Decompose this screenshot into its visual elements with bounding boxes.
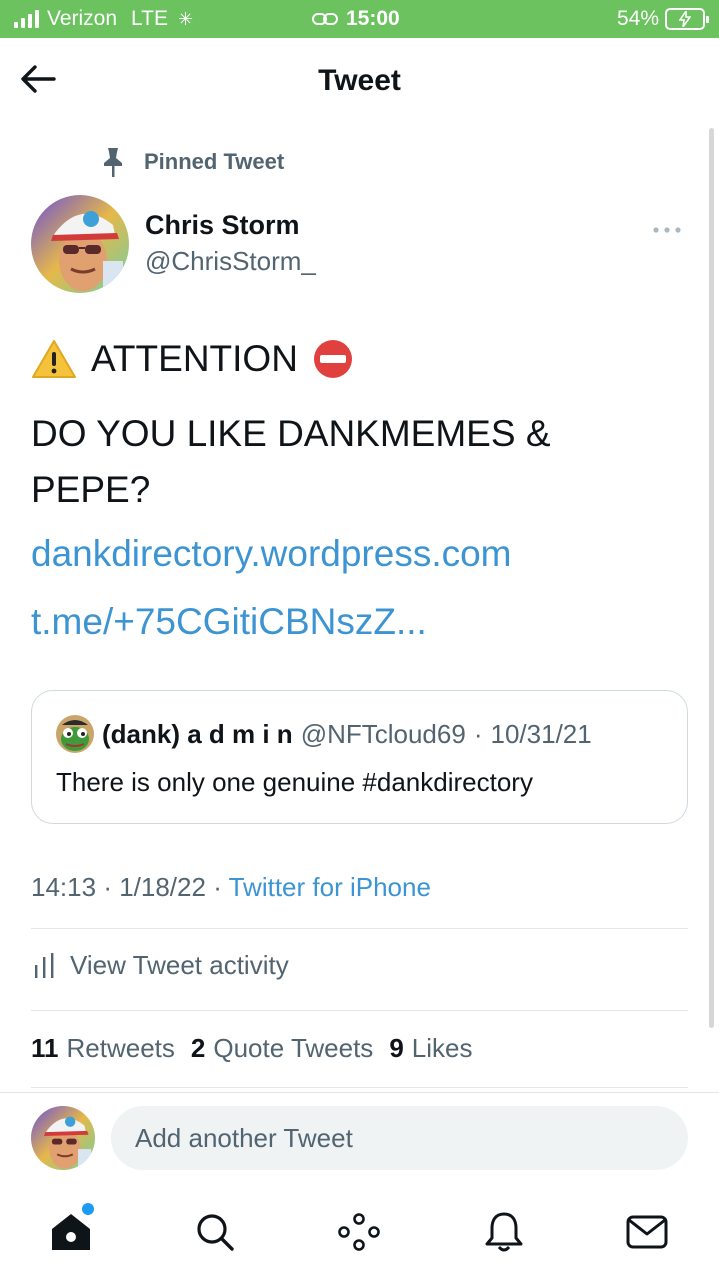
avatar[interactable] <box>31 195 129 293</box>
divider <box>31 1010 688 1011</box>
nav-home[interactable] <box>49 1210 93 1254</box>
pinned-label: Pinned Tweet <box>100 146 284 178</box>
quote-separator: · <box>473 718 483 749</box>
quote-text: There is only one genuine #dankdirectory <box>56 767 533 797</box>
view-tweet-activity-label: View Tweet activity <box>70 950 289 980</box>
activity-spinner-icon: ✳ <box>178 8 194 29</box>
activity-chart-icon <box>35 952 54 978</box>
messages-icon <box>626 1215 668 1249</box>
tweet-meta: 14:13 · 1/18/22 · Twitter for iPhone <box>31 872 431 903</box>
home-icon <box>52 1214 90 1250</box>
battery-icon <box>665 8 709 30</box>
view-tweet-activity-button[interactable]: View Tweet activity <box>34 950 289 981</box>
notifications-icon <box>485 1212 523 1252</box>
likes-stat[interactable]: 9 Likes <box>389 1033 472 1064</box>
author-handle[interactable]: @ChrisStorm_ <box>145 246 316 277</box>
scrollbar[interactable] <box>709 128 714 1028</box>
nav-messages[interactable] <box>625 1210 669 1254</box>
carrier-label: Verizon <box>47 7 118 30</box>
attention-text: ATTENTION <box>91 338 298 379</box>
likes-label: Likes <box>411 1033 473 1063</box>
quote-tweet-card[interactable]: (dank) a d m i n @NFTcloud69 · 10/31/21 … <box>31 690 688 824</box>
reply-avatar[interactable] <box>31 1106 95 1170</box>
retweets-label: Retweets <box>66 1033 175 1063</box>
charging-bolt-icon <box>679 11 691 27</box>
meta-separator: · <box>103 872 120 902</box>
network-label: LTE <box>131 7 169 30</box>
quote-author-handle: @NFTcloud69 <box>300 718 466 749</box>
header: Tweet <box>0 38 719 124</box>
status-center: 15:00 <box>312 7 400 31</box>
tweet-time: 14:13 <box>31 872 97 902</box>
tweet-date: 1/18/22 <box>119 872 206 902</box>
quote-author-name: (dank) a d m i n <box>102 718 293 749</box>
battery-percent: 54% <box>616 7 659 30</box>
quote-avatar <box>56 715 94 753</box>
status-bar: Verizon LTE ✳ 15:00 54% <box>0 0 719 38</box>
status-right: 54% <box>616 7 709 31</box>
likes-count: 9 <box>389 1033 404 1063</box>
tweet-stats: 11 Retweets 2 Quote Tweets 9 Likes <box>31 1033 472 1064</box>
tweet-link-2[interactable]: t.me/+75CGitiCBNszZ... <box>31 601 427 643</box>
page-title: Tweet <box>318 64 401 97</box>
divider <box>31 1087 688 1088</box>
clock: 15:00 <box>346 7 400 30</box>
spaces-icon <box>338 1213 380 1251</box>
reply-bar-divider <box>0 1092 719 1093</box>
add-tweet-input[interactable] <box>111 1106 688 1170</box>
tweet-source-link[interactable]: Twitter for iPhone <box>229 872 431 902</box>
divider <box>31 928 688 929</box>
retweets-stat[interactable]: 11 Retweets <box>31 1033 175 1064</box>
retweets-count: 11 <box>31 1033 59 1063</box>
hotspot-link-icon <box>312 13 338 25</box>
quote-date: 10/31/21 <box>490 718 592 749</box>
quote-tweets-stat[interactable]: 2 Quote Tweets <box>191 1033 373 1064</box>
more-dots-icon <box>653 227 681 233</box>
tweet-link-1[interactable]: dankdirectory.wordpress.com <box>31 533 512 575</box>
signal-icon <box>14 10 39 28</box>
home-notification-dot <box>82 1203 94 1215</box>
pepe-avatar-image <box>56 715 94 753</box>
profile-photo <box>31 195 129 293</box>
tweet-attention-line: ATTENTION <box>31 338 354 380</box>
pinned-text: Pinned Tweet <box>144 149 285 174</box>
author-name[interactable]: Chris Storm <box>145 210 300 241</box>
meta-separator: · <box>213 872 229 902</box>
nav-notifications[interactable] <box>482 1210 526 1254</box>
nav-search[interactable] <box>193 1210 237 1254</box>
no-entry-emoji-icon <box>313 340 352 378</box>
quote-tweet-header: (dank) a d m i n @NFTcloud69 · 10/31/21 <box>56 715 592 753</box>
quote-tweets-count: 2 <box>190 1033 206 1063</box>
nav-spaces[interactable] <box>337 1210 381 1254</box>
search-icon <box>197 1214 234 1251</box>
pin-icon <box>104 148 122 177</box>
tweet-question-text: DO YOU LIKE DANKMEMES & PEPE? <box>31 413 551 510</box>
profile-photo <box>31 1106 95 1170</box>
status-left: Verizon LTE ✳ <box>14 7 193 31</box>
warning-emoji-icon <box>32 340 76 378</box>
more-options-button[interactable] <box>652 214 682 240</box>
quote-tweets-label: Quote Tweets <box>213 1033 374 1063</box>
